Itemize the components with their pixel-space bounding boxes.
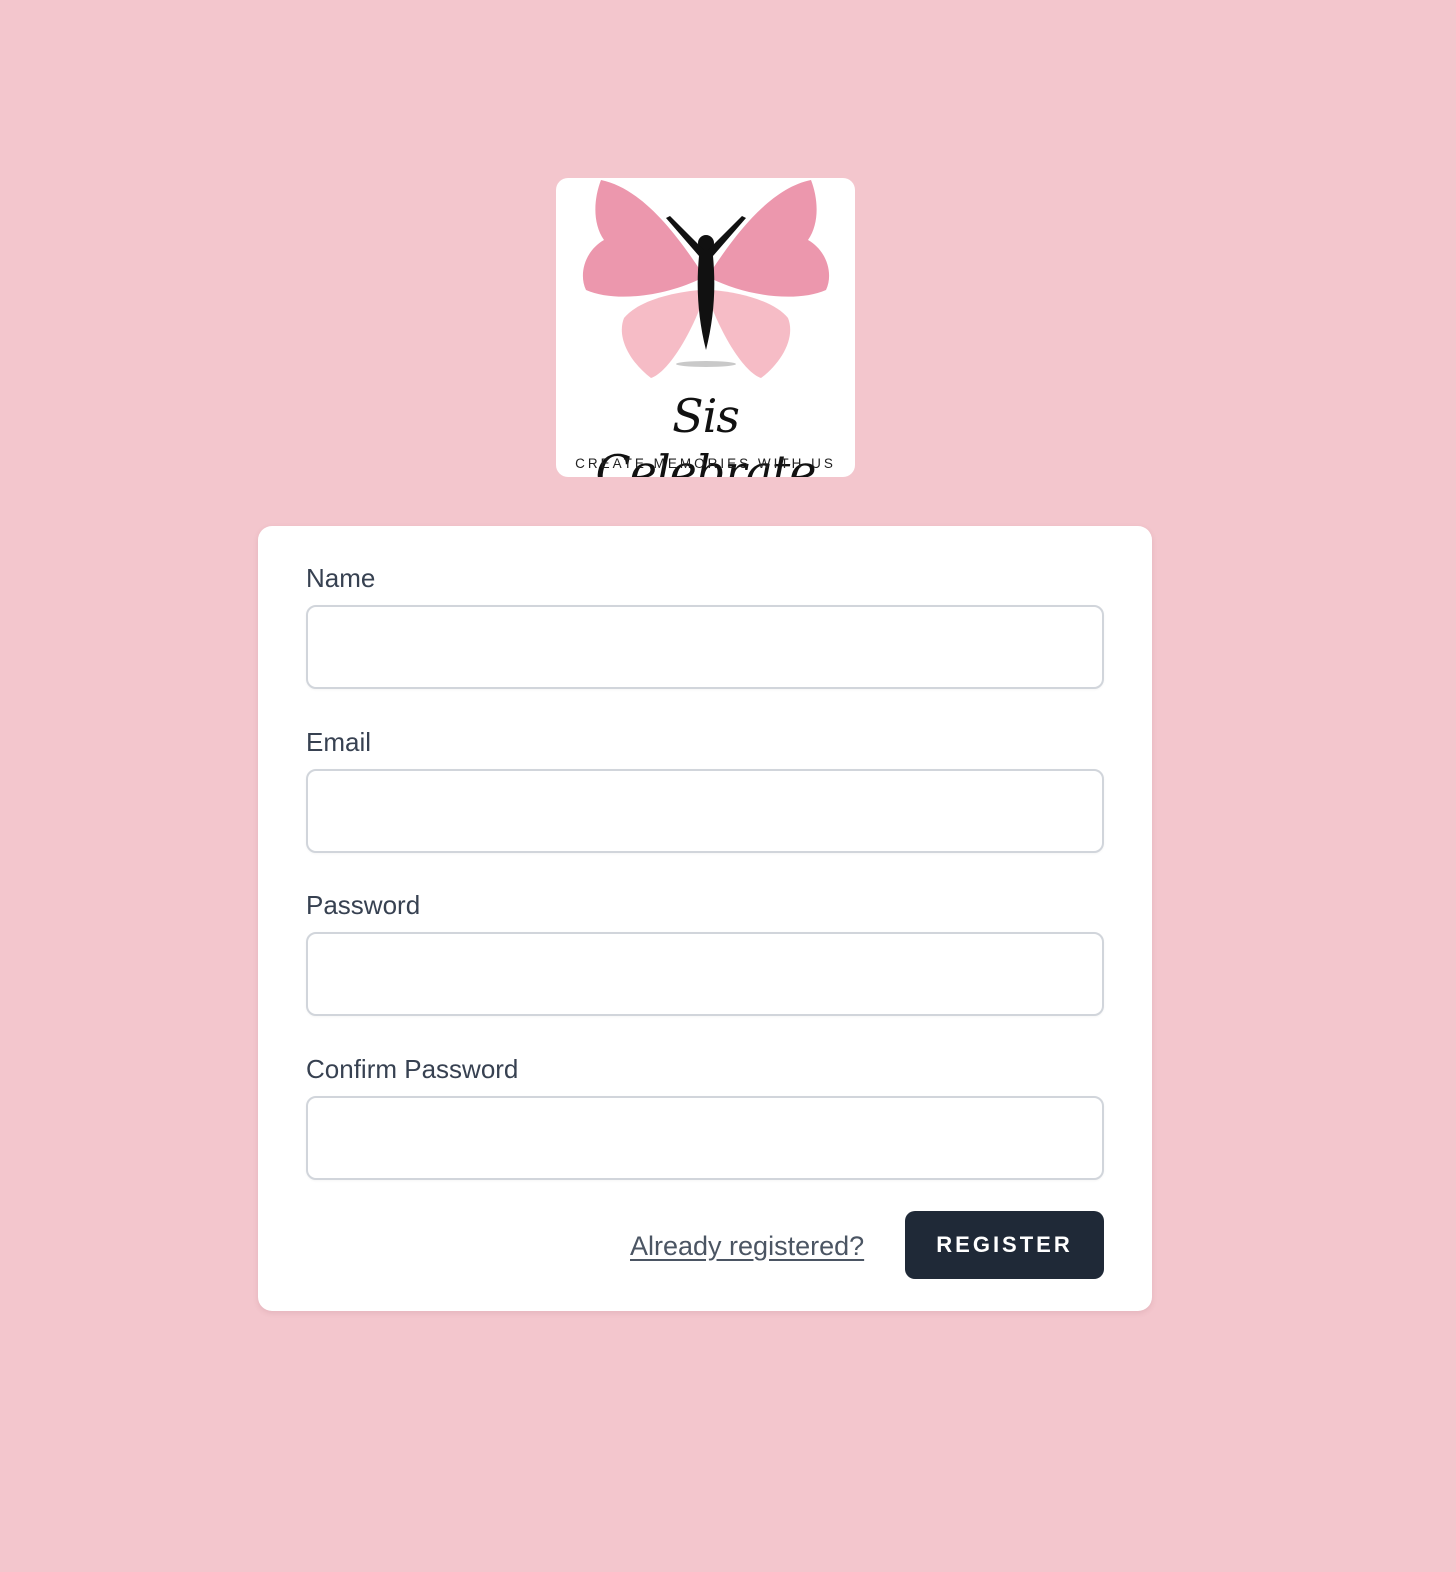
name-input[interactable]	[306, 605, 1104, 689]
email-input[interactable]	[306, 769, 1104, 853]
register-button[interactable]: REGISTER	[905, 1211, 1104, 1279]
register-card: Name Email Password Confirm Password Alr…	[258, 526, 1152, 1311]
already-registered-link[interactable]: Already registered?	[630, 1226, 864, 1266]
confirm-password-label: Confirm Password	[306, 1054, 519, 1084]
password-input[interactable]	[306, 932, 1104, 1016]
confirm-password-input[interactable]	[306, 1096, 1104, 1180]
brand-logo: Sis Celebrate CREATE MEMORIES WITH US	[556, 178, 855, 477]
password-label: Password	[306, 890, 421, 920]
name-label: Name	[306, 563, 376, 593]
email-label: Email	[306, 727, 372, 757]
logo-tagline: CREATE MEMORIES WITH US	[575, 456, 836, 471]
